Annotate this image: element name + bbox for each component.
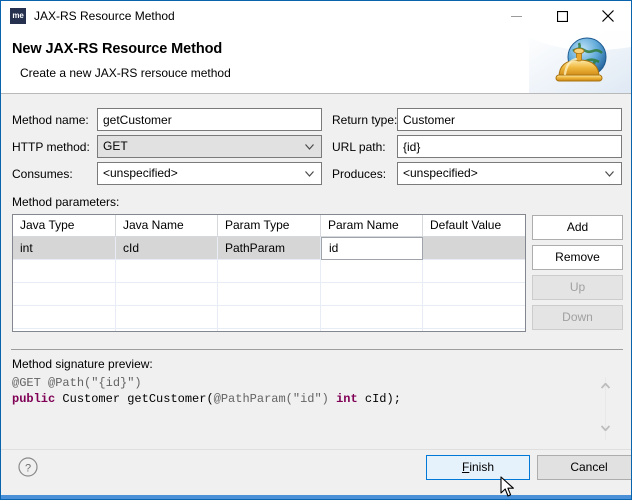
cell-java-type[interactable]: int bbox=[13, 237, 116, 260]
cell-empty[interactable] bbox=[423, 329, 525, 332]
column-header-param-name[interactable]: Param Name bbox=[321, 215, 423, 236]
consumes-select[interactable]: <unspecified> bbox=[97, 162, 322, 185]
http-method-select[interactable]: GET bbox=[97, 135, 322, 158]
chevron-down-icon bbox=[605, 163, 614, 184]
scroll-up-arrow[interactable] bbox=[600, 381, 611, 390]
preview-method-call: getCustomer( bbox=[127, 392, 213, 406]
method-parameters-label: Method parameters: bbox=[12, 195, 119, 209]
preview-scrollbar[interactable] bbox=[597, 375, 614, 442]
table-row-empty[interactable] bbox=[13, 329, 525, 332]
move-down-button[interactable]: Down bbox=[532, 305, 623, 330]
window-bottom-accent bbox=[1, 495, 631, 499]
method-parameters-table[interactable]: Java Type Java Name Param Type Param Nam… bbox=[12, 214, 526, 332]
method-signature-preview[interactable]: @GET @Path("{id}") public Customer getCu… bbox=[12, 375, 623, 442]
app-icon: me bbox=[10, 8, 26, 24]
cell-param-name-editor[interactable]: id bbox=[321, 237, 423, 260]
cell-empty[interactable] bbox=[218, 306, 321, 329]
chevron-down-icon bbox=[305, 163, 314, 184]
finish-label-rest: inish bbox=[469, 460, 494, 474]
method-name-label: Method name: bbox=[12, 113, 89, 127]
cell-empty[interactable] bbox=[218, 283, 321, 306]
keyword-int: int bbox=[336, 392, 358, 406]
method-name-input[interactable] bbox=[97, 108, 322, 131]
cell-empty[interactable] bbox=[116, 306, 218, 329]
table-row-empty[interactable] bbox=[13, 260, 525, 283]
help-icon[interactable]: ? bbox=[18, 457, 38, 477]
keyword-public: public bbox=[12, 392, 55, 406]
method-signature-preview-label: Method signature preview: bbox=[12, 357, 153, 371]
window-controls bbox=[493, 1, 631, 31]
cell-empty[interactable] bbox=[321, 306, 423, 329]
remove-button[interactable]: Remove bbox=[532, 245, 623, 270]
cell-empty[interactable] bbox=[423, 306, 525, 329]
column-header-param-type[interactable]: Param Type bbox=[218, 215, 321, 236]
consumes-label: Consumes: bbox=[12, 167, 73, 181]
cell-empty[interactable] bbox=[116, 329, 218, 332]
cell-empty[interactable] bbox=[423, 260, 525, 283]
column-header-java-name[interactable]: Java Name bbox=[116, 215, 218, 236]
cell-empty[interactable] bbox=[116, 283, 218, 306]
globe-with-service-bell-icon bbox=[529, 31, 631, 93]
maximize-icon[interactable] bbox=[539, 1, 585, 31]
cancel-button[interactable]: Cancel bbox=[537, 455, 632, 480]
preview-return-type: Customer bbox=[62, 392, 120, 406]
cell-empty[interactable] bbox=[13, 306, 116, 329]
cell-param-type[interactable]: PathParam bbox=[218, 237, 321, 260]
column-header-default-value[interactable]: Default Value bbox=[423, 215, 525, 236]
url-path-label: URL path: bbox=[332, 140, 386, 154]
table-row-empty[interactable] bbox=[13, 306, 525, 329]
column-header-java-type[interactable]: Java Type bbox=[13, 215, 116, 236]
cell-java-name[interactable]: cId bbox=[116, 237, 218, 260]
svg-text:?: ? bbox=[25, 463, 31, 475]
move-up-button[interactable]: Up bbox=[532, 275, 623, 300]
cell-empty[interactable] bbox=[13, 260, 116, 283]
cell-empty[interactable] bbox=[321, 283, 423, 306]
preview-code: @GET @Path("{id}") public Customer getCu… bbox=[12, 375, 401, 407]
preview-arg-name: cId); bbox=[365, 392, 401, 406]
annotation-get: @GET bbox=[12, 376, 41, 390]
produces-value: <unspecified> bbox=[403, 166, 478, 180]
close-icon[interactable] bbox=[585, 1, 631, 31]
finish-button[interactable]: Finish bbox=[426, 455, 530, 480]
wizard-banner: New JAX-RS Resource Method Create a new … bbox=[1, 31, 631, 94]
produces-select[interactable]: <unspecified> bbox=[397, 162, 622, 185]
footer-divider bbox=[1, 449, 631, 450]
section-divider bbox=[11, 349, 623, 350]
minimize-icon[interactable] bbox=[493, 1, 539, 31]
jax-rs-resource-method-dialog: me JAX-RS Resource Method New JAX-RS Res… bbox=[0, 0, 632, 500]
cell-empty[interactable] bbox=[423, 283, 525, 306]
window-title: JAX-RS Resource Method bbox=[34, 9, 175, 23]
cell-empty[interactable] bbox=[13, 283, 116, 306]
cell-default-value[interactable] bbox=[423, 237, 525, 260]
table-row-empty[interactable] bbox=[13, 283, 525, 306]
page-title: New JAX-RS Resource Method bbox=[12, 41, 222, 57]
add-button[interactable]: Add bbox=[532, 215, 623, 240]
produces-label: Produces: bbox=[332, 167, 386, 181]
http-method-label: HTTP method: bbox=[12, 140, 90, 154]
scroll-down-arrow[interactable] bbox=[600, 423, 611, 432]
cell-empty[interactable] bbox=[116, 260, 218, 283]
table-row[interactable]: int cId PathParam id bbox=[13, 237, 525, 260]
chevron-down-icon bbox=[305, 136, 314, 157]
cell-empty[interactable] bbox=[13, 329, 116, 332]
annotation-pathparam: @PathParam("id") bbox=[214, 392, 329, 406]
cell-empty[interactable] bbox=[218, 260, 321, 283]
annotation-path: @Path("{id}") bbox=[48, 376, 142, 390]
cell-empty[interactable] bbox=[321, 329, 423, 332]
title-bar: me JAX-RS Resource Method bbox=[1, 1, 631, 31]
cell-empty[interactable] bbox=[218, 329, 321, 332]
return-type-input[interactable] bbox=[397, 108, 622, 131]
consumes-value: <unspecified> bbox=[103, 166, 178, 180]
url-path-input[interactable] bbox=[397, 135, 622, 158]
table-header-row: Java Type Java Name Param Type Param Nam… bbox=[13, 215, 525, 237]
return-type-label: Return type: bbox=[332, 113, 397, 127]
dialog-body: Method name: Return type: HTTP method: G… bbox=[1, 94, 631, 499]
http-method-value: GET bbox=[103, 139, 128, 153]
page-subtitle: Create a new JAX-RS rersouce method bbox=[20, 66, 231, 80]
cell-empty[interactable] bbox=[321, 260, 423, 283]
